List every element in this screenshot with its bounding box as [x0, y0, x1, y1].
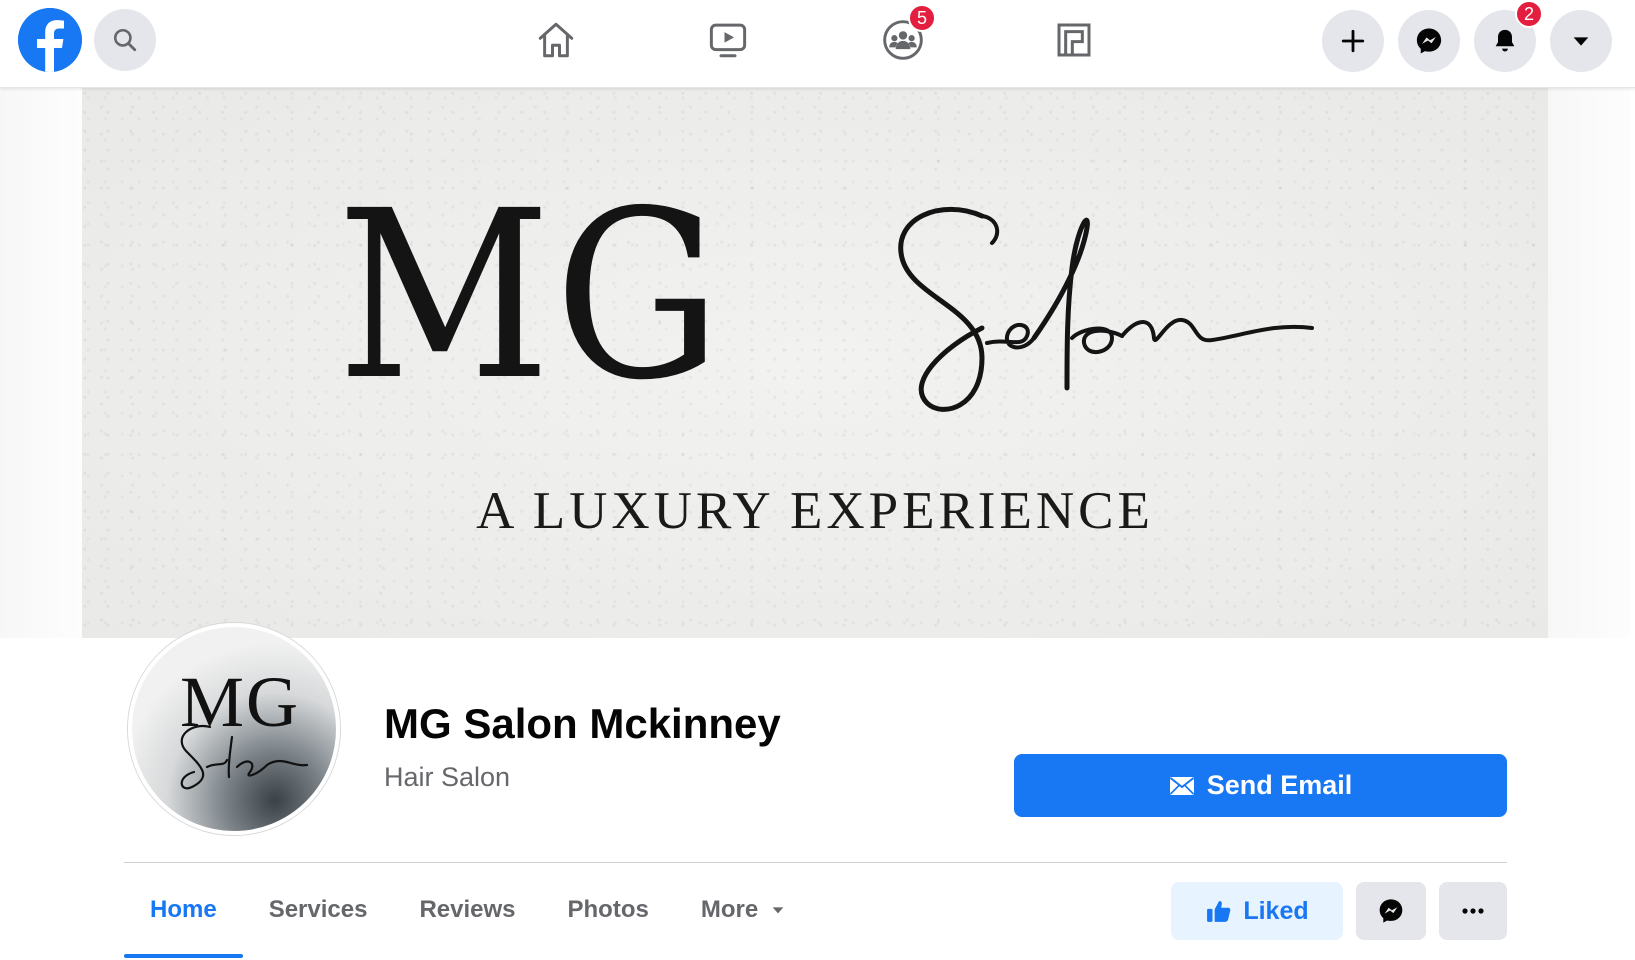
plus-icon [1341, 29, 1365, 53]
cover-photo[interactable]: MG A LUXURY EXPERIENCE [82, 88, 1548, 638]
search-button[interactable] [94, 9, 156, 71]
account-menu-button[interactable] [1550, 10, 1612, 72]
header-divider [124, 862, 1507, 863]
tab-label: Reviews [419, 896, 516, 923]
page-title: MG Salon Mckinney [384, 700, 781, 747]
liked-label: Liked [1243, 896, 1309, 925]
more-options-button[interactable] [1439, 882, 1507, 940]
tab-label: Photos [567, 896, 649, 923]
tab-home[interactable]: Home [124, 864, 243, 958]
caret-down-icon [772, 907, 784, 914]
caret-down-icon [1573, 37, 1589, 46]
search-icon [113, 28, 137, 52]
top-navigation-bar: 5 2 [0, 0, 1635, 88]
avatar-logo-salon-script [180, 724, 309, 790]
notifications-badge: 2 [1515, 0, 1543, 28]
message-page-button[interactable] [1356, 882, 1426, 940]
send-email-label: Send Email [1206, 770, 1353, 800]
messenger-icon [1416, 28, 1442, 54]
groups-badge: 5 [908, 4, 936, 32]
nav-pages[interactable] [1046, 12, 1102, 68]
cover-logo-salon-script [898, 206, 1314, 412]
page-category[interactable]: Hair Salon [384, 762, 510, 793]
liked-button[interactable]: Liked [1171, 882, 1343, 940]
tab-services[interactable]: Services [243, 864, 394, 956]
cover-logo-mg: MG [337, 161, 725, 431]
create-button[interactable] [1322, 10, 1384, 72]
tab-label: Services [268, 896, 368, 923]
video-play-icon [709, 23, 747, 58]
tab-photos[interactable]: Photos [542, 864, 675, 956]
tab-label: More [700, 896, 759, 923]
tab-reviews[interactable]: Reviews [393, 864, 541, 956]
tab-label: Home [150, 896, 217, 923]
messenger-button[interactable] [1398, 10, 1460, 72]
page-tabs: Home Services Reviews Photos More [124, 864, 812, 960]
messenger-icon [1379, 899, 1403, 923]
send-email-button[interactable]: Send Email [1014, 754, 1507, 817]
tab-more[interactable]: More [675, 864, 812, 956]
cover-left-blur [0, 88, 82, 638]
profile-avatar[interactable]: MG [128, 623, 340, 835]
envelope-icon [1169, 776, 1194, 795]
bell-icon [1495, 29, 1515, 52]
thumbs-up-icon [1207, 901, 1231, 922]
facebook-logo-icon[interactable] [18, 8, 82, 72]
more-dots-icon [1462, 908, 1484, 914]
cover-tagline: A LUXURY EXPERIENCE [476, 482, 1154, 540]
cover-right-blur [1548, 88, 1630, 638]
nav-watch[interactable] [700, 12, 756, 68]
home-icon [538, 22, 574, 58]
pages-icon [1057, 23, 1091, 57]
nav-home[interactable] [528, 12, 584, 68]
